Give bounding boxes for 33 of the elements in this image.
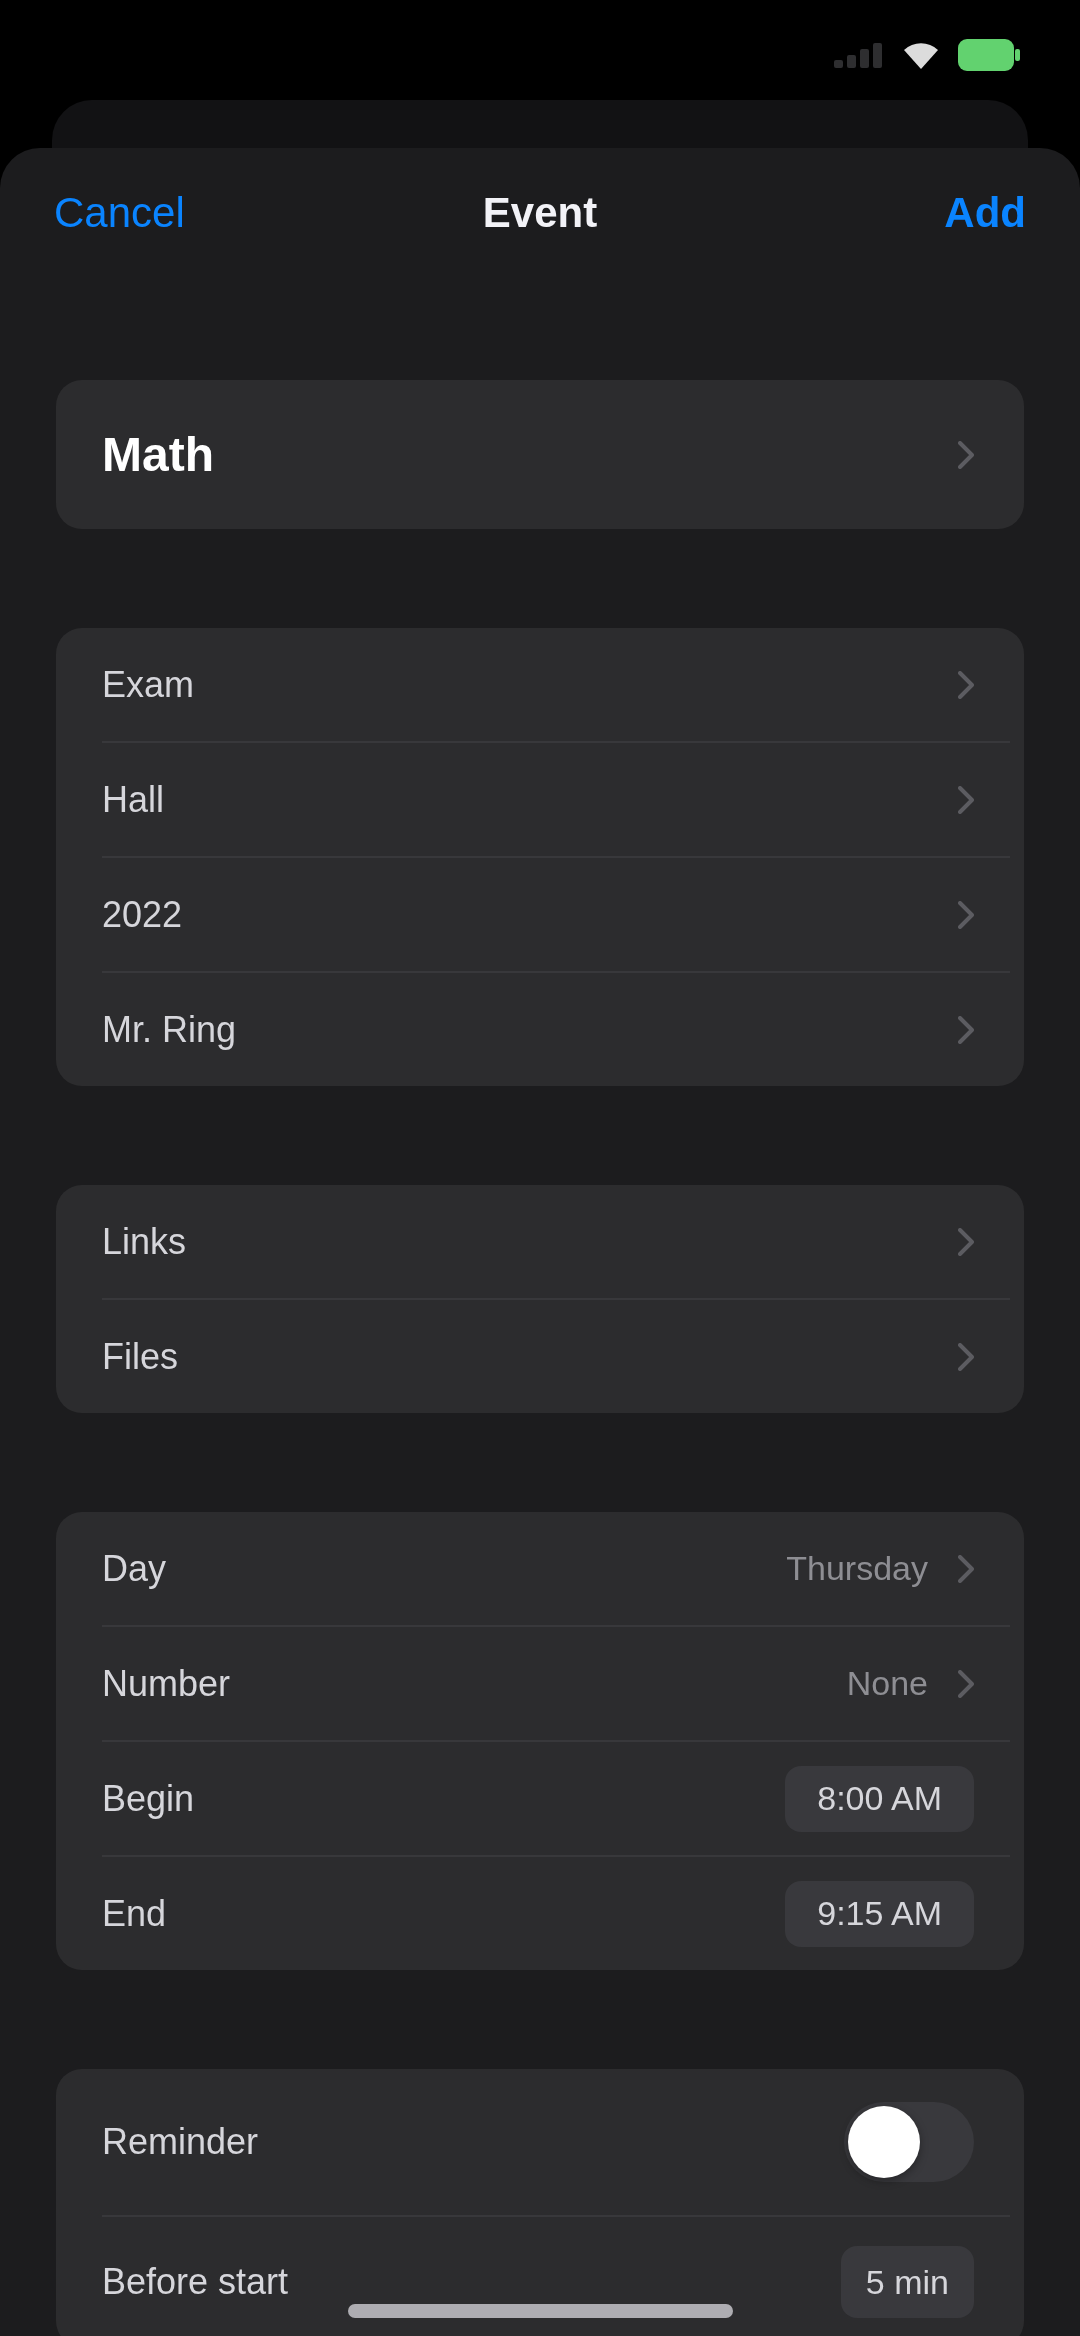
chevron-icon (958, 1669, 974, 1698)
picker-item[interactable]: Number None (56, 1627, 1024, 1740)
list-item[interactable]: Hall (56, 743, 1024, 856)
list-item[interactable]: Exam (56, 628, 1024, 741)
wifi-icon (902, 41, 940, 69)
signal-icon (834, 42, 884, 68)
row-label: Before start (102, 2261, 289, 2303)
time-button[interactable]: 8:00 AM (785, 1765, 974, 1832)
cancel-button[interactable]: Cancel (54, 181, 185, 245)
row-label: Reminder (102, 2121, 259, 2163)
duration-button[interactable]: 5 min (840, 2246, 974, 2318)
chevron-icon (958, 785, 974, 814)
add-button[interactable]: Add (944, 181, 1026, 245)
picker-item[interactable]: Day Thursday (56, 1512, 1024, 1625)
picker-value: None (846, 1664, 928, 1703)
chevron-icon (958, 1227, 974, 1256)
chevron-icon (958, 440, 974, 469)
list-item[interactable]: Links (56, 1185, 1024, 1298)
picker-value: Thursday (786, 1549, 928, 1588)
time-button[interactable]: 9:15 AM (785, 1880, 974, 1947)
chevron-icon (958, 900, 974, 929)
sheet-title: Event (482, 189, 598, 237)
chevron-icon (958, 1554, 974, 1583)
list-item[interactable]: Files (56, 1300, 1024, 1413)
chevron-icon (958, 1015, 974, 1044)
chevron-icon (958, 1342, 974, 1371)
list-item[interactable]: Math (56, 380, 1024, 529)
row-label: End (102, 1892, 167, 1935)
battery-icon (958, 39, 1020, 71)
row-label: Begin (102, 1777, 195, 1820)
chevron-icon (958, 670, 974, 699)
list-item[interactable]: Mr. Ring (56, 973, 1024, 1086)
list-item[interactable]: 2022 (56, 858, 1024, 971)
